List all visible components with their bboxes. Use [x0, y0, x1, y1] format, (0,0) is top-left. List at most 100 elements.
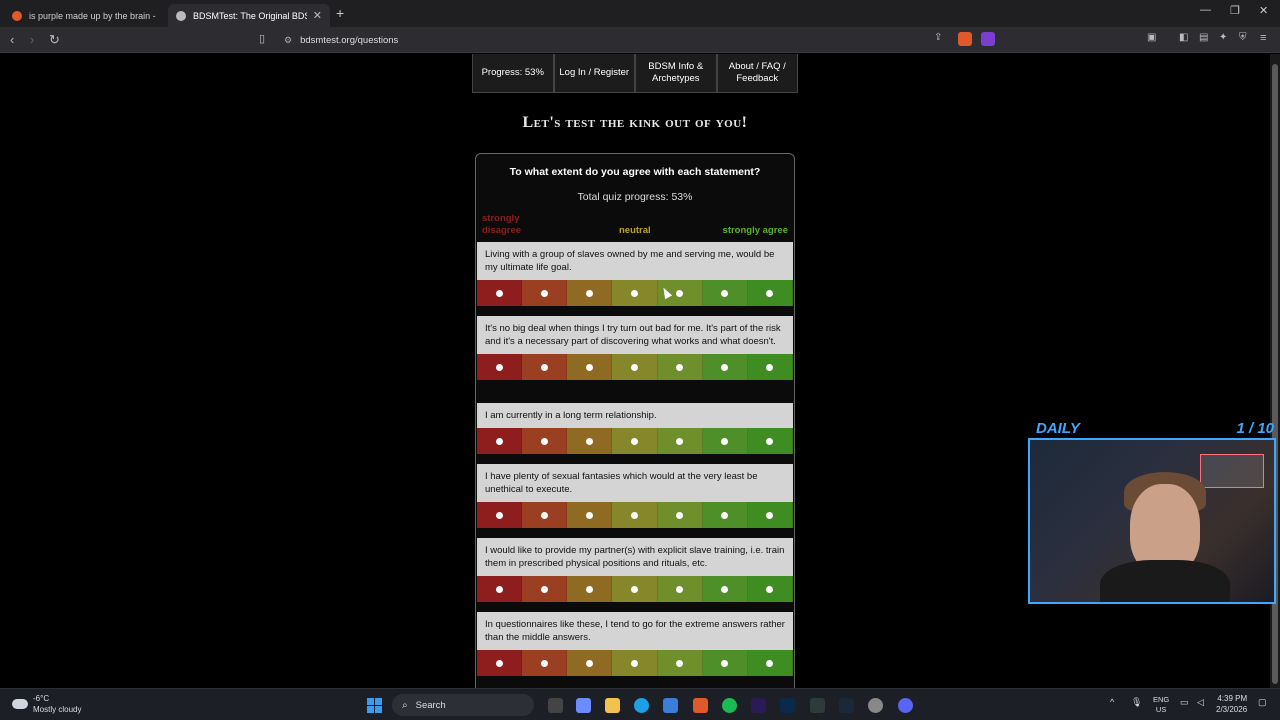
answer-option[interactable]	[522, 354, 568, 380]
answer-option[interactable]	[567, 354, 613, 380]
answer-option[interactable]	[477, 280, 523, 306]
answer-option[interactable]	[612, 428, 658, 454]
tab-bdsmtest[interactable]: BDSMTest: The Original BDSM & ✕	[168, 4, 330, 27]
answer-option[interactable]	[657, 650, 703, 676]
back-icon[interactable]: ‹	[10, 32, 14, 47]
answer-option[interactable]	[657, 354, 703, 380]
radio-dot-icon	[630, 511, 638, 519]
answer-option[interactable]	[522, 576, 568, 602]
answer-option[interactable]	[657, 576, 703, 602]
answer-option[interactable]	[567, 650, 613, 676]
answer-option[interactable]	[477, 650, 523, 676]
volume-icon[interactable]: ◁	[1197, 697, 1204, 708]
answer-option[interactable]	[567, 428, 613, 454]
wallet-icon[interactable]: ▣	[1147, 32, 1156, 43]
answer-option[interactable]	[657, 502, 703, 528]
vpn-icon[interactable]: ⛨	[1239, 32, 1247, 43]
taskbar-search[interactable]: ⌕ Search	[392, 694, 534, 716]
leo-ai-icon[interactable]: ✦	[1219, 32, 1227, 43]
obs-icon[interactable]	[868, 698, 883, 713]
radio-dot-icon	[676, 289, 684, 297]
reload-icon[interactable]: ↻	[49, 32, 60, 48]
bookmark-icon[interactable]: ▯	[259, 32, 265, 45]
answer-option[interactable]	[522, 280, 568, 306]
answer-option[interactable]	[477, 354, 523, 380]
store-icon[interactable]	[663, 698, 678, 713]
weather-widget[interactable]: -6°C Mostly cloudy	[12, 693, 81, 715]
minimize-icon[interactable]: —	[1200, 4, 1211, 16]
answer-option[interactable]	[747, 502, 793, 528]
steam-icon[interactable]	[839, 698, 854, 713]
question-text: Living with a group of slaves owned by m…	[477, 242, 793, 280]
answer-option[interactable]	[747, 428, 793, 454]
task-view-icon[interactable]	[548, 698, 563, 713]
answer-option[interactable]	[477, 502, 523, 528]
answer-option[interactable]	[702, 576, 748, 602]
answer-option[interactable]	[747, 650, 793, 676]
answer-option[interactable]	[702, 650, 748, 676]
tab-search[interactable]: is purple made up by the brain - Brav	[4, 4, 166, 27]
nav-login[interactable]: Log In / Register	[553, 54, 635, 93]
close-window-icon[interactable]: ✕	[1259, 4, 1268, 17]
answer-option[interactable]	[567, 280, 613, 306]
brave-shields-icon[interactable]	[958, 32, 972, 46]
answer-option[interactable]	[567, 576, 613, 602]
answer-option[interactable]	[657, 428, 703, 454]
close-tab-icon[interactable]: ✕	[313, 9, 322, 22]
premiere-icon[interactable]	[751, 698, 766, 713]
language-indicator[interactable]: ENG US	[1153, 695, 1169, 715]
site-info-icon[interactable]: ⚙	[284, 35, 292, 46]
site-nav: Progress: 53% Log In / Register BDSM Inf…	[472, 54, 798, 93]
reading-icon[interactable]: ▤	[1199, 32, 1208, 43]
answer-option[interactable]	[612, 280, 658, 306]
radio-dot-icon	[585, 437, 593, 445]
answer-option[interactable]	[612, 576, 658, 602]
answer-option[interactable]	[747, 354, 793, 380]
network-icon[interactable]: ▭	[1180, 697, 1189, 708]
answer-option[interactable]	[612, 650, 658, 676]
brave-icon[interactable]	[693, 698, 708, 713]
answer-option[interactable]	[522, 650, 568, 676]
radio-dot-icon	[540, 659, 548, 667]
brave-rewards-icon[interactable]	[981, 32, 995, 46]
forward-icon[interactable]: ›	[30, 32, 34, 47]
menu-icon[interactable]: ≡	[1260, 32, 1266, 44]
notification-icon[interactable]: ▢	[1258, 697, 1267, 708]
address-bar[interactable]: ⚙ bdsmtest.org/questions	[278, 30, 1000, 50]
file-explorer-icon[interactable]	[605, 698, 620, 713]
edge-icon[interactable]	[634, 698, 649, 713]
answer-option[interactable]	[522, 502, 568, 528]
answer-option[interactable]	[702, 428, 748, 454]
answer-option[interactable]	[702, 502, 748, 528]
discord-icon[interactable]	[898, 698, 913, 713]
answer-option[interactable]	[477, 428, 523, 454]
radio-dot-icon	[540, 585, 548, 593]
system-clock[interactable]: 4:39 PM 2/3/2026	[1216, 693, 1247, 715]
radio-dot-icon	[766, 659, 774, 667]
radio-dot-icon	[585, 511, 593, 519]
answer-option[interactable]	[477, 576, 523, 602]
share-icon[interactable]: ⇪	[934, 32, 942, 43]
answer-option[interactable]	[612, 354, 658, 380]
restore-icon[interactable]: ❐	[1230, 4, 1240, 17]
spotify-icon[interactable]	[722, 698, 737, 713]
answer-option[interactable]	[612, 502, 658, 528]
copilot-icon[interactable]	[576, 698, 591, 713]
answer-option[interactable]	[567, 502, 613, 528]
photoshop-icon[interactable]	[780, 698, 795, 713]
new-tab-icon[interactable]: +	[336, 5, 344, 21]
answer-option[interactable]	[702, 354, 748, 380]
nav-about[interactable]: About / FAQ / Feedback	[716, 54, 798, 93]
tray-overflow-icon[interactable]: ^	[1110, 697, 1114, 707]
xbox-icon[interactable]	[810, 698, 825, 713]
nav-progress[interactable]: Progress: 53%	[472, 54, 554, 93]
microphone-icon[interactable]: 🎙	[1131, 697, 1142, 708]
answer-option[interactable]	[747, 280, 793, 306]
answer-option[interactable]	[702, 280, 748, 306]
start-icon[interactable]	[367, 698, 382, 713]
sidebar-icon[interactable]: ◧	[1179, 32, 1188, 43]
answer-option[interactable]	[522, 428, 568, 454]
answer-option[interactable]	[747, 576, 793, 602]
nav-info[interactable]: BDSM Info & Archetypes	[635, 54, 717, 93]
question-item: I am currently in a long term relationsh…	[477, 403, 793, 454]
